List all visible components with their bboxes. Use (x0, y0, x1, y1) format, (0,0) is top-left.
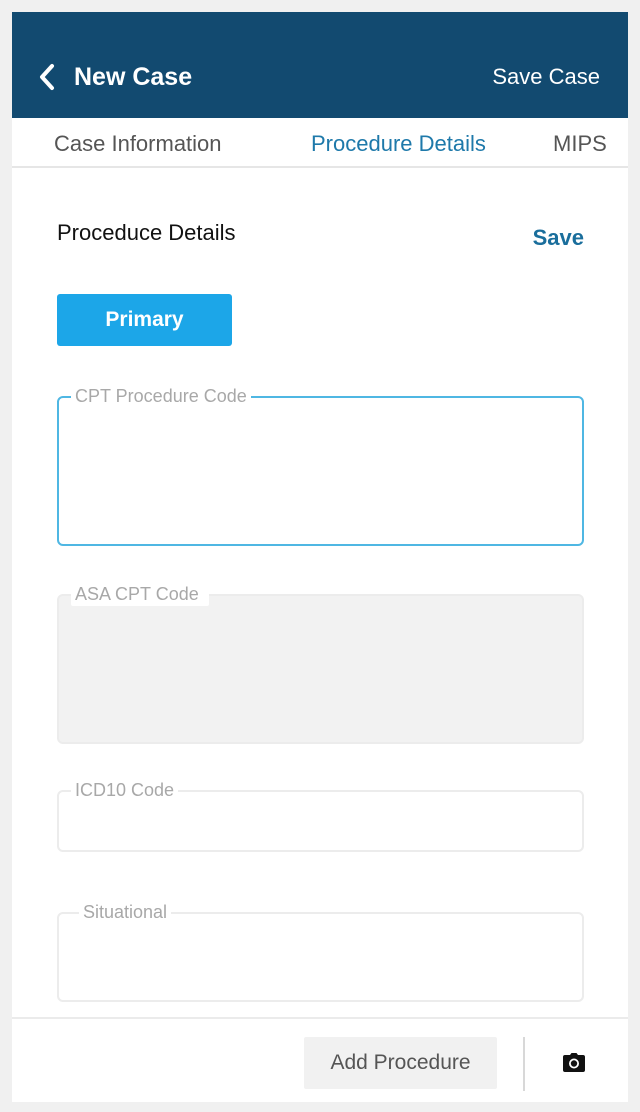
icd10-code-input[interactable] (73, 806, 568, 840)
footer-bar: Add Procedure (12, 1017, 628, 1102)
icd10-code-label: ICD10 Code (71, 778, 179, 802)
cpt-procedure-code-field: CPT Procedure Code (57, 384, 584, 546)
asa-cpt-code-label: ASA CPT Code (71, 582, 209, 606)
save-case-button[interactable]: Save Case (492, 60, 600, 94)
primary-button[interactable]: Primary (57, 294, 232, 346)
cpt-procedure-code-label: CPT Procedure Code (71, 384, 251, 408)
page-title: New Case (74, 63, 193, 91)
icd10-code-field: ICD10 Code (57, 778, 584, 852)
chevron-left-icon (40, 64, 54, 90)
section-title: Proceduce Details (57, 220, 236, 245)
back-button[interactable] (32, 60, 62, 94)
footer-divider (523, 1037, 525, 1091)
tab-procedure-details[interactable]: Procedure Details (311, 128, 486, 160)
situational-input[interactable] (73, 928, 568, 990)
save-button[interactable]: Save (533, 223, 584, 253)
camera-button[interactable] (557, 1047, 591, 1079)
situational-label: Situational (79, 900, 172, 924)
tab-case-information[interactable]: Case Information (54, 128, 222, 160)
app-header: New Case Save Case (12, 12, 628, 118)
situational-field: Situational (57, 900, 584, 1002)
cpt-procedure-code-input[interactable] (73, 412, 568, 534)
asa-cpt-code-input (73, 610, 568, 732)
tab-mips[interactable]: MIPS (553, 128, 607, 160)
add-procedure-button[interactable]: Add Procedure (304, 1037, 497, 1089)
camera-icon (563, 1053, 585, 1072)
app-frame: New Case Save Case Case Information Proc… (12, 12, 628, 1102)
tab-bar: Case Information Procedure Details MIPS (12, 118, 628, 168)
asa-cpt-code-field: ASA CPT Code (57, 582, 584, 744)
